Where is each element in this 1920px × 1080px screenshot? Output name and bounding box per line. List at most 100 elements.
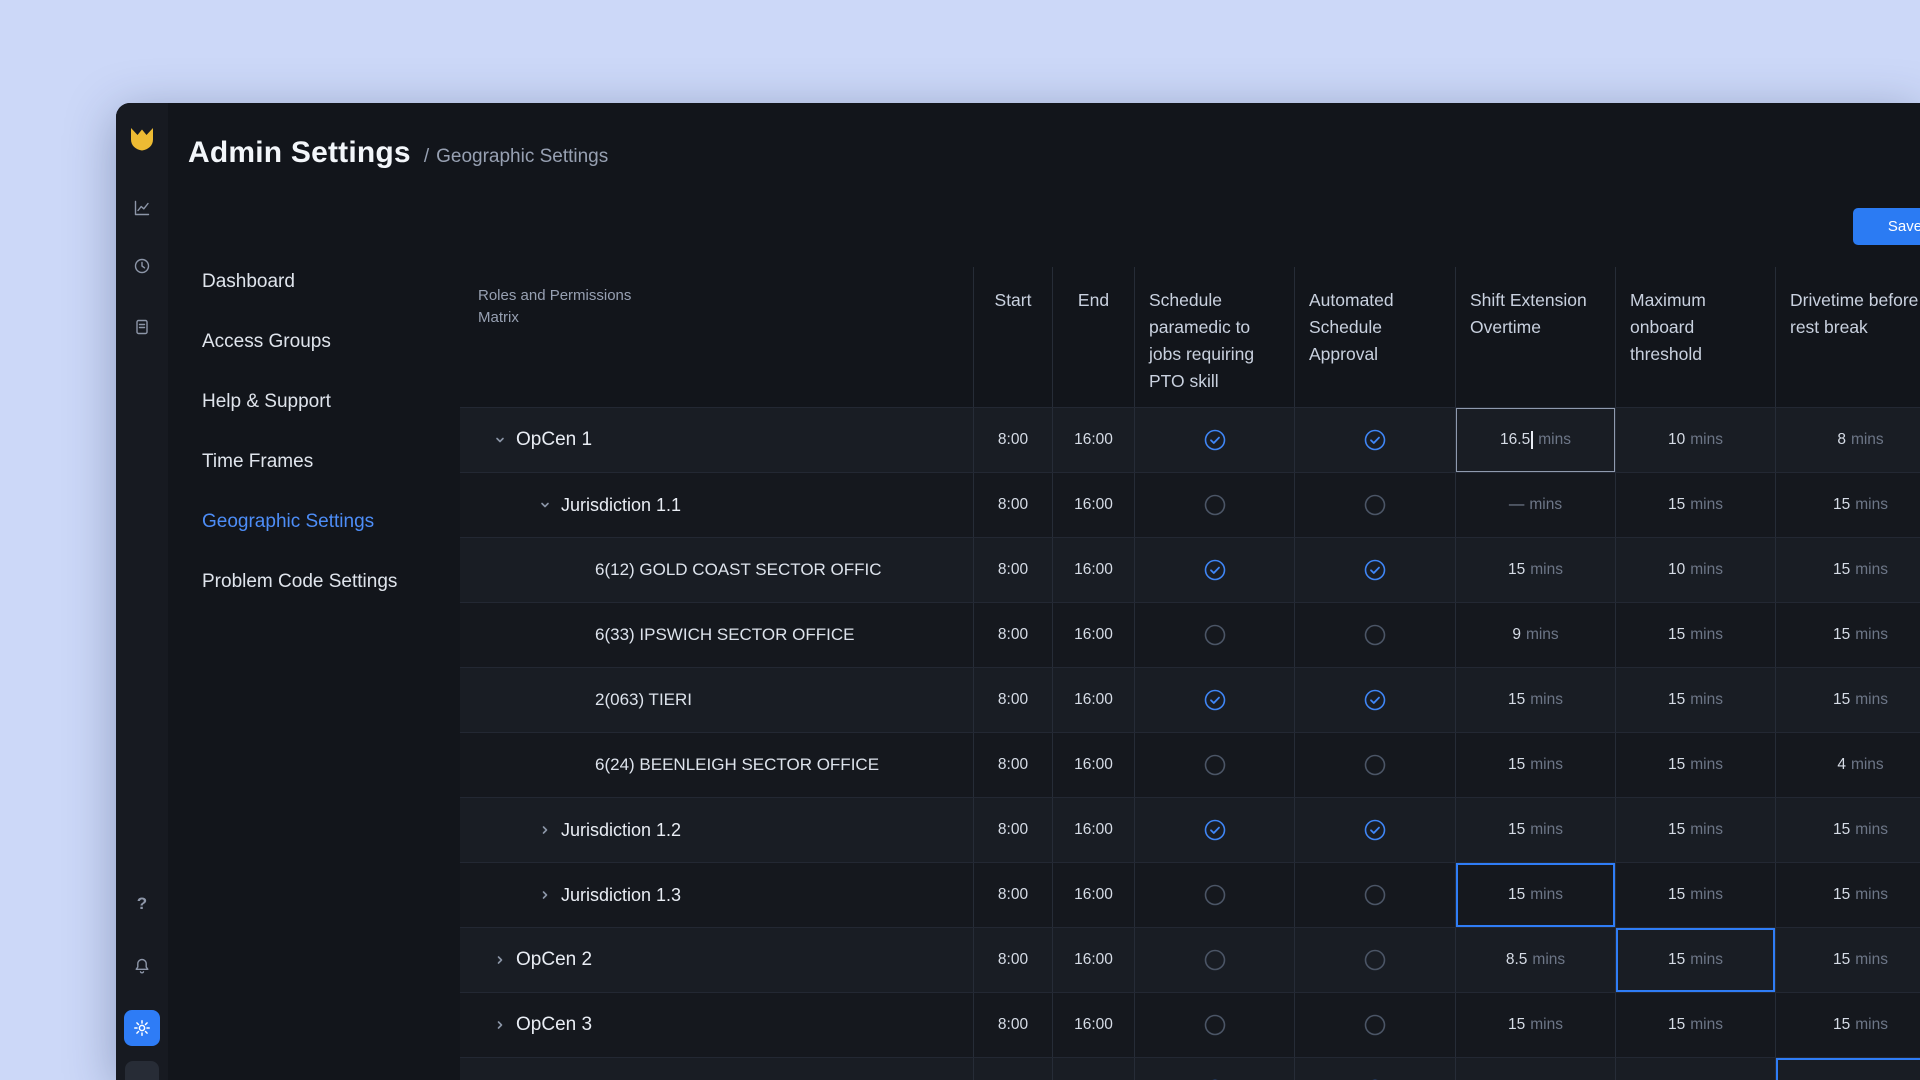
chevron-right-icon[interactable] — [494, 954, 506, 966]
nav-item-geographic-settings[interactable]: Geographic Settings — [202, 492, 452, 552]
max-onboard-cell[interactable]: 15mins — [1615, 1058, 1775, 1080]
max-onboard-cell[interactable]: 15mins — [1615, 603, 1775, 667]
shift-extension-cell[interactable]: 15mins — [1455, 668, 1615, 732]
nav-item-dashboard[interactable]: Dashboard — [202, 252, 452, 312]
start-time-cell[interactable]: 8:00 — [973, 1058, 1052, 1080]
auto-approval-checkbox-cell[interactable] — [1294, 1058, 1455, 1080]
end-time-cell[interactable]: 16:00 — [1052, 538, 1134, 602]
auto-approval-checkbox-cell[interactable] — [1294, 928, 1455, 992]
start-time-cell[interactable]: 8:00 — [973, 733, 1052, 797]
pto-skill-checkbox-cell[interactable] — [1134, 863, 1294, 927]
pto-skill-checkbox-cell[interactable] — [1134, 603, 1294, 667]
pto-skill-checkbox-cell[interactable] — [1134, 473, 1294, 537]
auto-approval-checkbox-cell[interactable] — [1294, 603, 1455, 667]
drivetime-cell[interactable]: 15mins — [1775, 538, 1920, 602]
end-time-cell[interactable]: 16:00 — [1052, 668, 1134, 732]
max-onboard-cell[interactable]: 15mins — [1615, 863, 1775, 927]
max-onboard-cell[interactable]: 15mins — [1615, 798, 1775, 862]
nav-item-access-groups[interactable]: Access Groups — [202, 312, 452, 372]
start-time-cell[interactable]: 8:00 — [973, 473, 1052, 537]
drivetime-cell[interactable]: 15mins — [1775, 993, 1920, 1057]
shift-extension-cell[interactable]: 8.5mins — [1455, 928, 1615, 992]
save-button[interactable]: Save — [1853, 208, 1920, 245]
start-time-cell[interactable]: 8:00 — [973, 408, 1052, 472]
shift-extension-cell[interactable]: 15mins — [1455, 733, 1615, 797]
shift-extension-cell[interactable]: 15mins — [1455, 798, 1615, 862]
pto-skill-checkbox-cell[interactable] — [1134, 1058, 1294, 1080]
notifications-icon[interactable] — [124, 948, 160, 984]
pto-skill-checkbox-cell[interactable] — [1134, 928, 1294, 992]
end-time-cell[interactable]: 16:00 — [1052, 473, 1134, 537]
max-onboard-cell[interactable]: 15mins — [1615, 668, 1775, 732]
auto-approval-checkbox-cell[interactable] — [1294, 798, 1455, 862]
end-time-cell[interactable]: 16:00 — [1052, 603, 1134, 667]
max-onboard-cell[interactable]: 10mins — [1615, 538, 1775, 602]
pto-skill-checkbox-cell[interactable] — [1134, 798, 1294, 862]
end-time-cell[interactable]: 16:00 — [1052, 408, 1134, 472]
auto-approval-checkbox-cell[interactable] — [1294, 733, 1455, 797]
chevron-down-icon[interactable] — [539, 499, 551, 511]
drivetime-cell[interactable]: 15mins — [1775, 863, 1920, 927]
profile-avatar[interactable] — [125, 1061, 159, 1080]
start-time-cell[interactable]: 8:00 — [973, 538, 1052, 602]
max-onboard-cell[interactable]: 15mins — [1615, 733, 1775, 797]
auto-approval-checkbox-cell[interactable] — [1294, 993, 1455, 1057]
max-onboard-cell[interactable]: 10mins — [1615, 408, 1775, 472]
row-label: Jurisdiction 1.1 — [561, 495, 681, 516]
end-time-cell[interactable]: 16:00 — [1052, 993, 1134, 1057]
start-time-cell[interactable]: 8:00 — [973, 668, 1052, 732]
start-time-cell[interactable]: 8:00 — [973, 863, 1052, 927]
drivetime-cell[interactable]: 15mins — [1775, 668, 1920, 732]
document-icon[interactable] — [124, 309, 160, 345]
auto-approval-checkbox-cell[interactable] — [1294, 863, 1455, 927]
unchecked-circle-icon — [1203, 1013, 1227, 1037]
nav-item-problem-code-settings[interactable]: Problem Code Settings — [202, 552, 452, 612]
auto-approval-checkbox-cell[interactable] — [1294, 538, 1455, 602]
shift-extension-cell[interactable]: —mins — [1455, 473, 1615, 537]
drivetime-cell[interactable]: 15mins — [1775, 928, 1920, 992]
start-time-cell[interactable]: 8:00 — [973, 928, 1052, 992]
drivetime-cell[interactable]: 15mins — [1775, 473, 1920, 537]
end-time-cell[interactable]: 16:00 — [1052, 928, 1134, 992]
max-onboard-cell[interactable]: 15mins — [1615, 928, 1775, 992]
start-time-cell[interactable]: 8:00 — [973, 993, 1052, 1057]
shift-extension-cell[interactable]: 15mins — [1455, 538, 1615, 602]
chevron-right-icon[interactable] — [494, 1019, 506, 1031]
chevron-right-icon[interactable] — [539, 824, 551, 836]
end-time-cell[interactable]: 16:00 — [1052, 798, 1134, 862]
shift-extension-cell[interactable]: 15mins — [1455, 863, 1615, 927]
start-time-cell[interactable]: 8:00 — [973, 603, 1052, 667]
pto-skill-checkbox-cell[interactable] — [1134, 668, 1294, 732]
start-time-cell[interactable]: 8:00 — [973, 798, 1052, 862]
shift-extension-cell[interactable]: 15mins — [1455, 993, 1615, 1057]
nav-item-help-support[interactable]: Help & Support — [202, 372, 452, 432]
chevron-right-icon[interactable] — [539, 889, 551, 901]
shift-extension-cell[interactable]: 16.5mins — [1455, 408, 1615, 472]
auto-approval-checkbox-cell[interactable] — [1294, 668, 1455, 732]
shift-extension-cell[interactable]: 15mins — [1455, 1058, 1615, 1080]
shift-extension-cell[interactable]: 9mins — [1455, 603, 1615, 667]
drivetime-cell[interactable]: 15mins — [1775, 798, 1920, 862]
settings-icon[interactable] — [124, 1010, 160, 1046]
auto-approval-checkbox-cell[interactable] — [1294, 473, 1455, 537]
clock-icon[interactable] — [124, 248, 160, 284]
pto-skill-checkbox-cell[interactable] — [1134, 538, 1294, 602]
max-onboard-cell[interactable]: 15mins — [1615, 993, 1775, 1057]
end-time-cell[interactable]: 16:00 — [1052, 1058, 1134, 1080]
pto-skill-checkbox-cell[interactable] — [1134, 408, 1294, 472]
auto-approval-checkbox-cell[interactable] — [1294, 408, 1455, 472]
max-onboard-cell[interactable]: 15mins — [1615, 473, 1775, 537]
end-time-cell[interactable]: 16:00 — [1052, 863, 1134, 927]
analytics-icon[interactable] — [124, 190, 160, 226]
end-time-cell[interactable]: 16:00 — [1052, 733, 1134, 797]
pto-skill-checkbox-cell[interactable] — [1134, 733, 1294, 797]
nav-item-time-frames[interactable]: Time Frames — [202, 432, 452, 492]
drivetime-cell[interactable]: 4mins — [1775, 733, 1920, 797]
drivetime-cell[interactable]: 8mins — [1775, 408, 1920, 472]
help-icon[interactable]: ? — [124, 886, 160, 922]
drivetime-cell[interactable]: 15mins — [1775, 603, 1920, 667]
max-onboard-cell-value: 15 — [1668, 496, 1685, 514]
pto-skill-checkbox-cell[interactable] — [1134, 993, 1294, 1057]
chevron-down-icon[interactable] — [494, 434, 506, 446]
drivetime-cell[interactable]: 15mins — [1775, 1058, 1920, 1080]
